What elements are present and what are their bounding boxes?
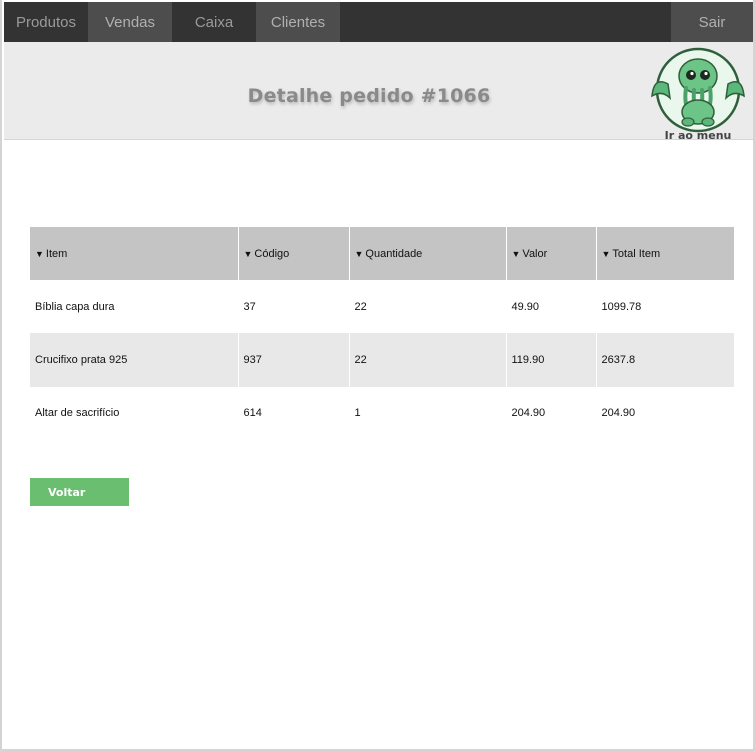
cell-quantidade: 22 [349, 280, 507, 334]
column-header-valor[interactable]: ▼ Valor [506, 227, 597, 280]
sort-arrow-icon: ▼ [35, 248, 44, 259]
page-title: Detalhe pedido #1066 [247, 85, 491, 107]
column-header-label: Código [254, 247, 290, 260]
table-row: Crucifixo prata 925 937 22 119.90 2637.8 [30, 333, 734, 387]
cell-total-item: 1099.78 [601, 300, 642, 313]
go-to-menu-label: Ir ao menu [664, 129, 732, 140]
column-header-label: Quantidade [365, 247, 423, 260]
page-header: Detalhe pedido #1066 Ir ao menu [4, 42, 753, 140]
cell-item: Altar de sacrifício [30, 386, 239, 440]
cell-total-item: 2637.8 [596, 333, 734, 387]
cell-total-item: 204.90 [601, 407, 636, 420]
cell-quantidade: 1 [349, 386, 507, 440]
nav-item-clientes[interactable]: Clientes [256, 2, 340, 42]
column-header-codigo[interactable]: ▼ Código [238, 227, 350, 280]
sort-arrow-icon: ▼ [354, 248, 364, 259]
cell-valor: 119.90 [506, 333, 597, 387]
column-header-item[interactable]: ▼ Item [30, 227, 239, 280]
table-row: Bíblia capa dura 37 22 49.90 1099.78 [30, 280, 734, 334]
table-row: Altar de sacrifício 614 1 204.90 204.90 [30, 386, 734, 440]
cell-codigo: 937 [238, 333, 350, 387]
nav-item-caixa[interactable]: Caixa [172, 2, 256, 42]
column-header-quantidade[interactable]: ▼ Quantidade [349, 227, 507, 280]
logout-button[interactable]: Sair [671, 2, 753, 42]
top-navigation-bar: Produtos Vendas Caixa Clientes Sair [4, 2, 753, 42]
back-button[interactable]: Voltar [30, 478, 129, 506]
cell-valor: 204.90 [506, 386, 597, 440]
cell-codigo: 614 [238, 386, 350, 440]
column-header-label: Item [45, 247, 68, 260]
cell-quantidade: 22 [349, 333, 507, 387]
nav-item-vendas[interactable]: Vendas [88, 2, 172, 42]
cell-codigo: 37 [238, 280, 350, 334]
cell-item: Crucifixo prata 925 [30, 333, 239, 387]
cell-valor: 49.90 [506, 280, 597, 334]
cthulhu-mascot-icon [651, 47, 745, 133]
sort-arrow-icon: ▼ [601, 248, 611, 259]
column-header-label: Valor [522, 247, 548, 260]
column-header-label: Total Item [612, 247, 661, 260]
column-header-total-item[interactable]: ▼ Total Item [596, 227, 734, 280]
cell-item: Bíblia capa dura [30, 280, 239, 334]
order-items-table: ▼ Item ▼ Código ▼ Quantidade ▼ Valor ▼ Total … [30, 227, 734, 440]
table-header-row: ▼ Item ▼ Código ▼ Quantidade ▼ Valor ▼ Total … [30, 227, 734, 280]
sort-arrow-icon: ▼ [511, 248, 521, 259]
nav-item-produtos[interactable]: Produtos [4, 2, 88, 42]
sort-arrow-icon: ▼ [243, 248, 253, 259]
go-to-menu-link[interactable]: Ir ao menu [648, 46, 748, 140]
